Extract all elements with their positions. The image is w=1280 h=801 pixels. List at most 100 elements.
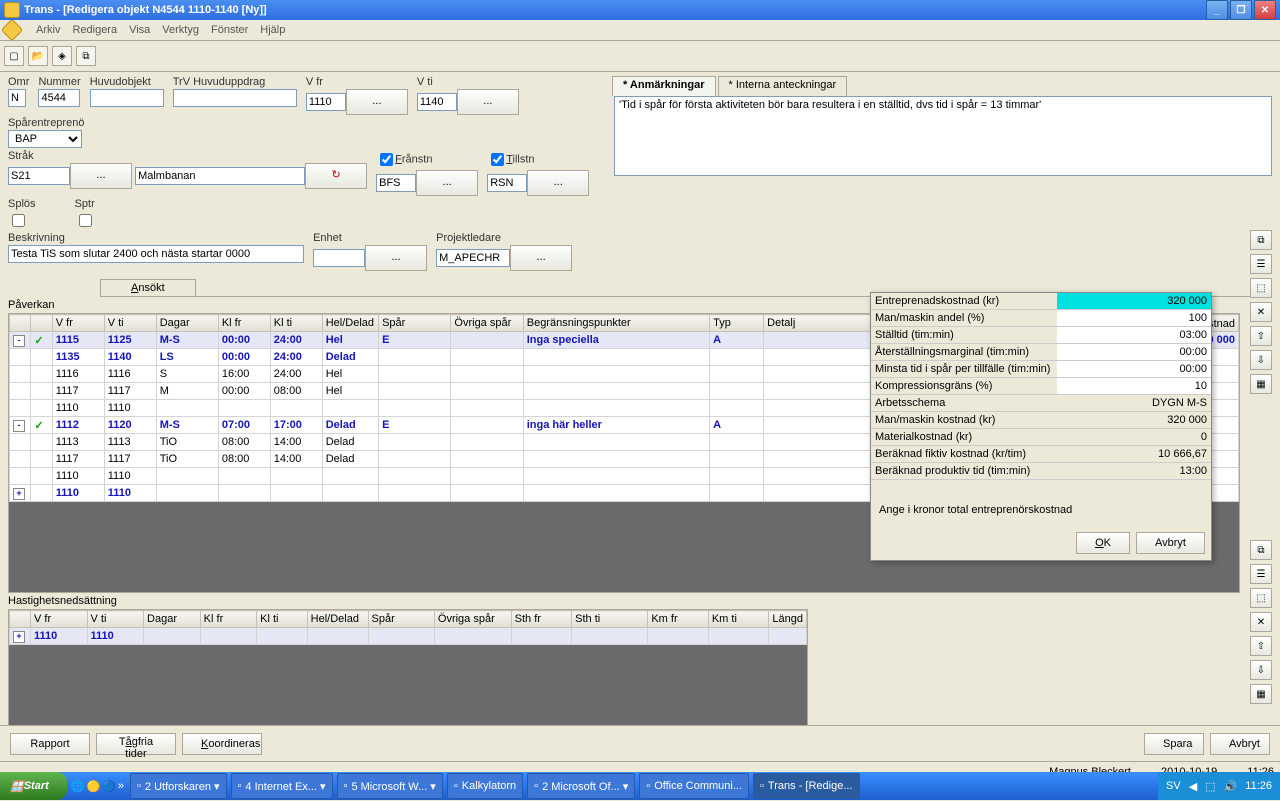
cost-popup: Entreprenadskostnad (kr)320 000Man/maski… [870,292,1212,561]
calc-icon[interactable]: ⬚ [1250,278,1272,298]
projektledare-input[interactable] [436,249,510,267]
vti-lookup-button[interactable]: ... [457,89,519,115]
omr-input[interactable] [8,89,26,107]
delete-icon[interactable]: ✕ [1250,612,1272,632]
tillstn-input[interactable] [487,174,527,192]
toolbar: ▢ 📂 ◈ ⧉ [0,41,1280,72]
explorer-icon[interactable]: 🟡 [86,780,100,793]
copy-icon[interactable]: ⧉ [1250,540,1272,560]
menu-visa[interactable]: Visa [129,24,150,36]
projektledare-label: Projektledare [436,232,572,244]
taskbar-task[interactable]: ▫Kalkylatorn [447,773,523,799]
beskrivning-label: Beskrivning [8,232,304,244]
koordineras-button[interactable]: Koordineras [182,733,262,755]
notes-textarea[interactable]: 'Tid i spår för första aktiviteten bör b… [614,96,1272,176]
tab-ansokt[interactable]: AAnsöktnsökt [100,279,196,296]
up-icon[interactable]: ⇧ [1250,636,1272,656]
splos-checkbox[interactable] [12,214,25,227]
menubar: Arkiv Redigera Visa Verktyg Fönster Hjäl… [0,20,1280,41]
down-icon[interactable]: ⇩ [1250,350,1272,370]
enhet-input[interactable] [313,249,365,267]
settings-icon[interactable]: ☰ [1250,254,1272,274]
system-tray[interactable]: SV ◀ ⬚ 🔊 11:26 [1158,772,1280,800]
beskrivning-input[interactable] [8,245,304,263]
taskbar-task[interactable]: ▫2 Utforskaren ▾ [130,773,227,799]
settings-icon[interactable]: ☰ [1250,564,1272,584]
media-icon[interactable]: 🔵 [102,780,116,793]
menu-verktyg[interactable]: Verktyg [162,24,199,36]
strak-refresh-icon[interactable]: ↻ [305,163,367,189]
ok-button[interactable]: OK [1076,532,1130,554]
sparentreprenor-select[interactable]: BAP [8,130,82,148]
refresh-icon[interactable]: ◈ [52,46,72,66]
grid1-side-toolbar: ⧉ ☰ ⬚ ✕ ⇧ ⇩ ▦ [1250,230,1272,394]
chart-icon[interactable]: ▦ [1250,684,1272,704]
tab-anmarkningar[interactable]: * Anmärkningar [612,76,716,96]
close-button[interactable]: ✕ [1254,0,1276,20]
menu-redigera[interactable]: Redigera [72,24,117,36]
avbryt-button[interactable]: Avbryt [1210,733,1270,755]
sptr-checkbox[interactable] [79,214,92,227]
sptr-label: Sptr [75,198,95,210]
app-icon [4,2,20,18]
franstn-input[interactable] [376,174,416,192]
strak-input[interactable] [8,167,70,185]
rapport-button[interactable]: Rapport [10,733,90,755]
tray-icon[interactable]: 🔊 [1224,780,1238,793]
chart-icon[interactable]: ▦ [1250,374,1272,394]
menu-hjalp[interactable]: Hjälp [260,24,285,36]
lang-indicator[interactable]: SV [1166,780,1181,792]
tray-icon[interactable]: ⬚ [1205,780,1215,793]
vti-input[interactable] [417,93,457,111]
footer-bar: Rapport Tågfria tider Koordineras Spara … [0,725,1280,762]
clock: 11:26 [1245,780,1272,792]
tray-icon[interactable]: ◀ [1189,780,1197,793]
maximize-button[interactable]: ❐ [1230,0,1252,20]
window-title: Trans - [Redigera objekt N4544 1110-1140… [24,4,267,16]
table-row[interactable]: +11101110 [10,628,807,645]
spara-button[interactable]: Spara [1144,733,1204,755]
taskbar-task[interactable]: ▫Office Communi... [639,773,749,799]
window-titlebar: Trans - [Redigera objekt N4544 1110-1140… [0,0,1280,20]
ie-icon[interactable]: 🌐 [71,780,85,793]
enhet-lookup-button[interactable]: ... [365,245,427,271]
enhet-label: Enhet [313,232,427,244]
taskbar-task[interactable]: ▫5 Microsoft W... ▾ [337,773,443,799]
trv-input [173,89,297,107]
delete-icon[interactable]: ✕ [1250,302,1272,322]
omr-label: Omr [8,76,29,88]
down-icon[interactable]: ⇩ [1250,660,1272,680]
new-icon[interactable]: ▢ [4,46,24,66]
menu-fonster[interactable]: Fönster [211,24,248,36]
calc-icon[interactable]: ⬚ [1250,588,1272,608]
tillstn-lookup-button[interactable]: ... [527,170,589,196]
vfr-input[interactable] [306,93,346,111]
menu-arkiv[interactable]: Arkiv [36,24,60,36]
copy-icon[interactable]: ⧉ [1250,230,1272,250]
tillstn-checkbox[interactable] [491,153,504,166]
franstn-checkbox[interactable] [380,153,393,166]
popup-message: Ange i kronor total entreprenörskostnad [871,480,1211,526]
up-icon[interactable]: ⇧ [1250,326,1272,346]
vti-label: V ti [417,76,519,88]
nummer-label: Nummer [38,76,80,88]
copy-icon[interactable]: ⧉ [76,46,96,66]
projektledare-lookup-button[interactable]: ... [510,245,572,271]
taskbar: 🪟 Start 🌐 🟡 🔵 » ▫2 Utforskaren ▾▫4 Inter… [0,772,1280,800]
splos-label: Splös [8,198,36,210]
vfr-lookup-button[interactable]: ... [346,89,408,115]
vfr-label: V fr [306,76,408,88]
avbryt-button[interactable]: Avbryt [1136,532,1205,554]
strak-lookup-button[interactable]: ... [70,163,132,189]
tab-interna[interactable]: * Interna anteckningar [718,76,848,96]
franstn-lookup-button[interactable]: ... [416,170,478,196]
taskbar-task[interactable]: ▫Trans - [Redige... [753,773,859,799]
taskbar-task[interactable]: ▫2 Microsoft Of... ▾ [527,773,635,799]
more-icon[interactable]: » [118,780,124,793]
open-icon[interactable]: 📂 [28,46,48,66]
minimize-button[interactable]: _ [1206,0,1228,20]
quicklaunch: 🌐 🟡 🔵 » [67,780,128,793]
taskbar-task[interactable]: ▫4 Internet Ex... ▾ [231,773,333,799]
start-button[interactable]: 🪟 Start [0,772,67,800]
tagfria-button[interactable]: Tågfria tider [96,733,176,755]
